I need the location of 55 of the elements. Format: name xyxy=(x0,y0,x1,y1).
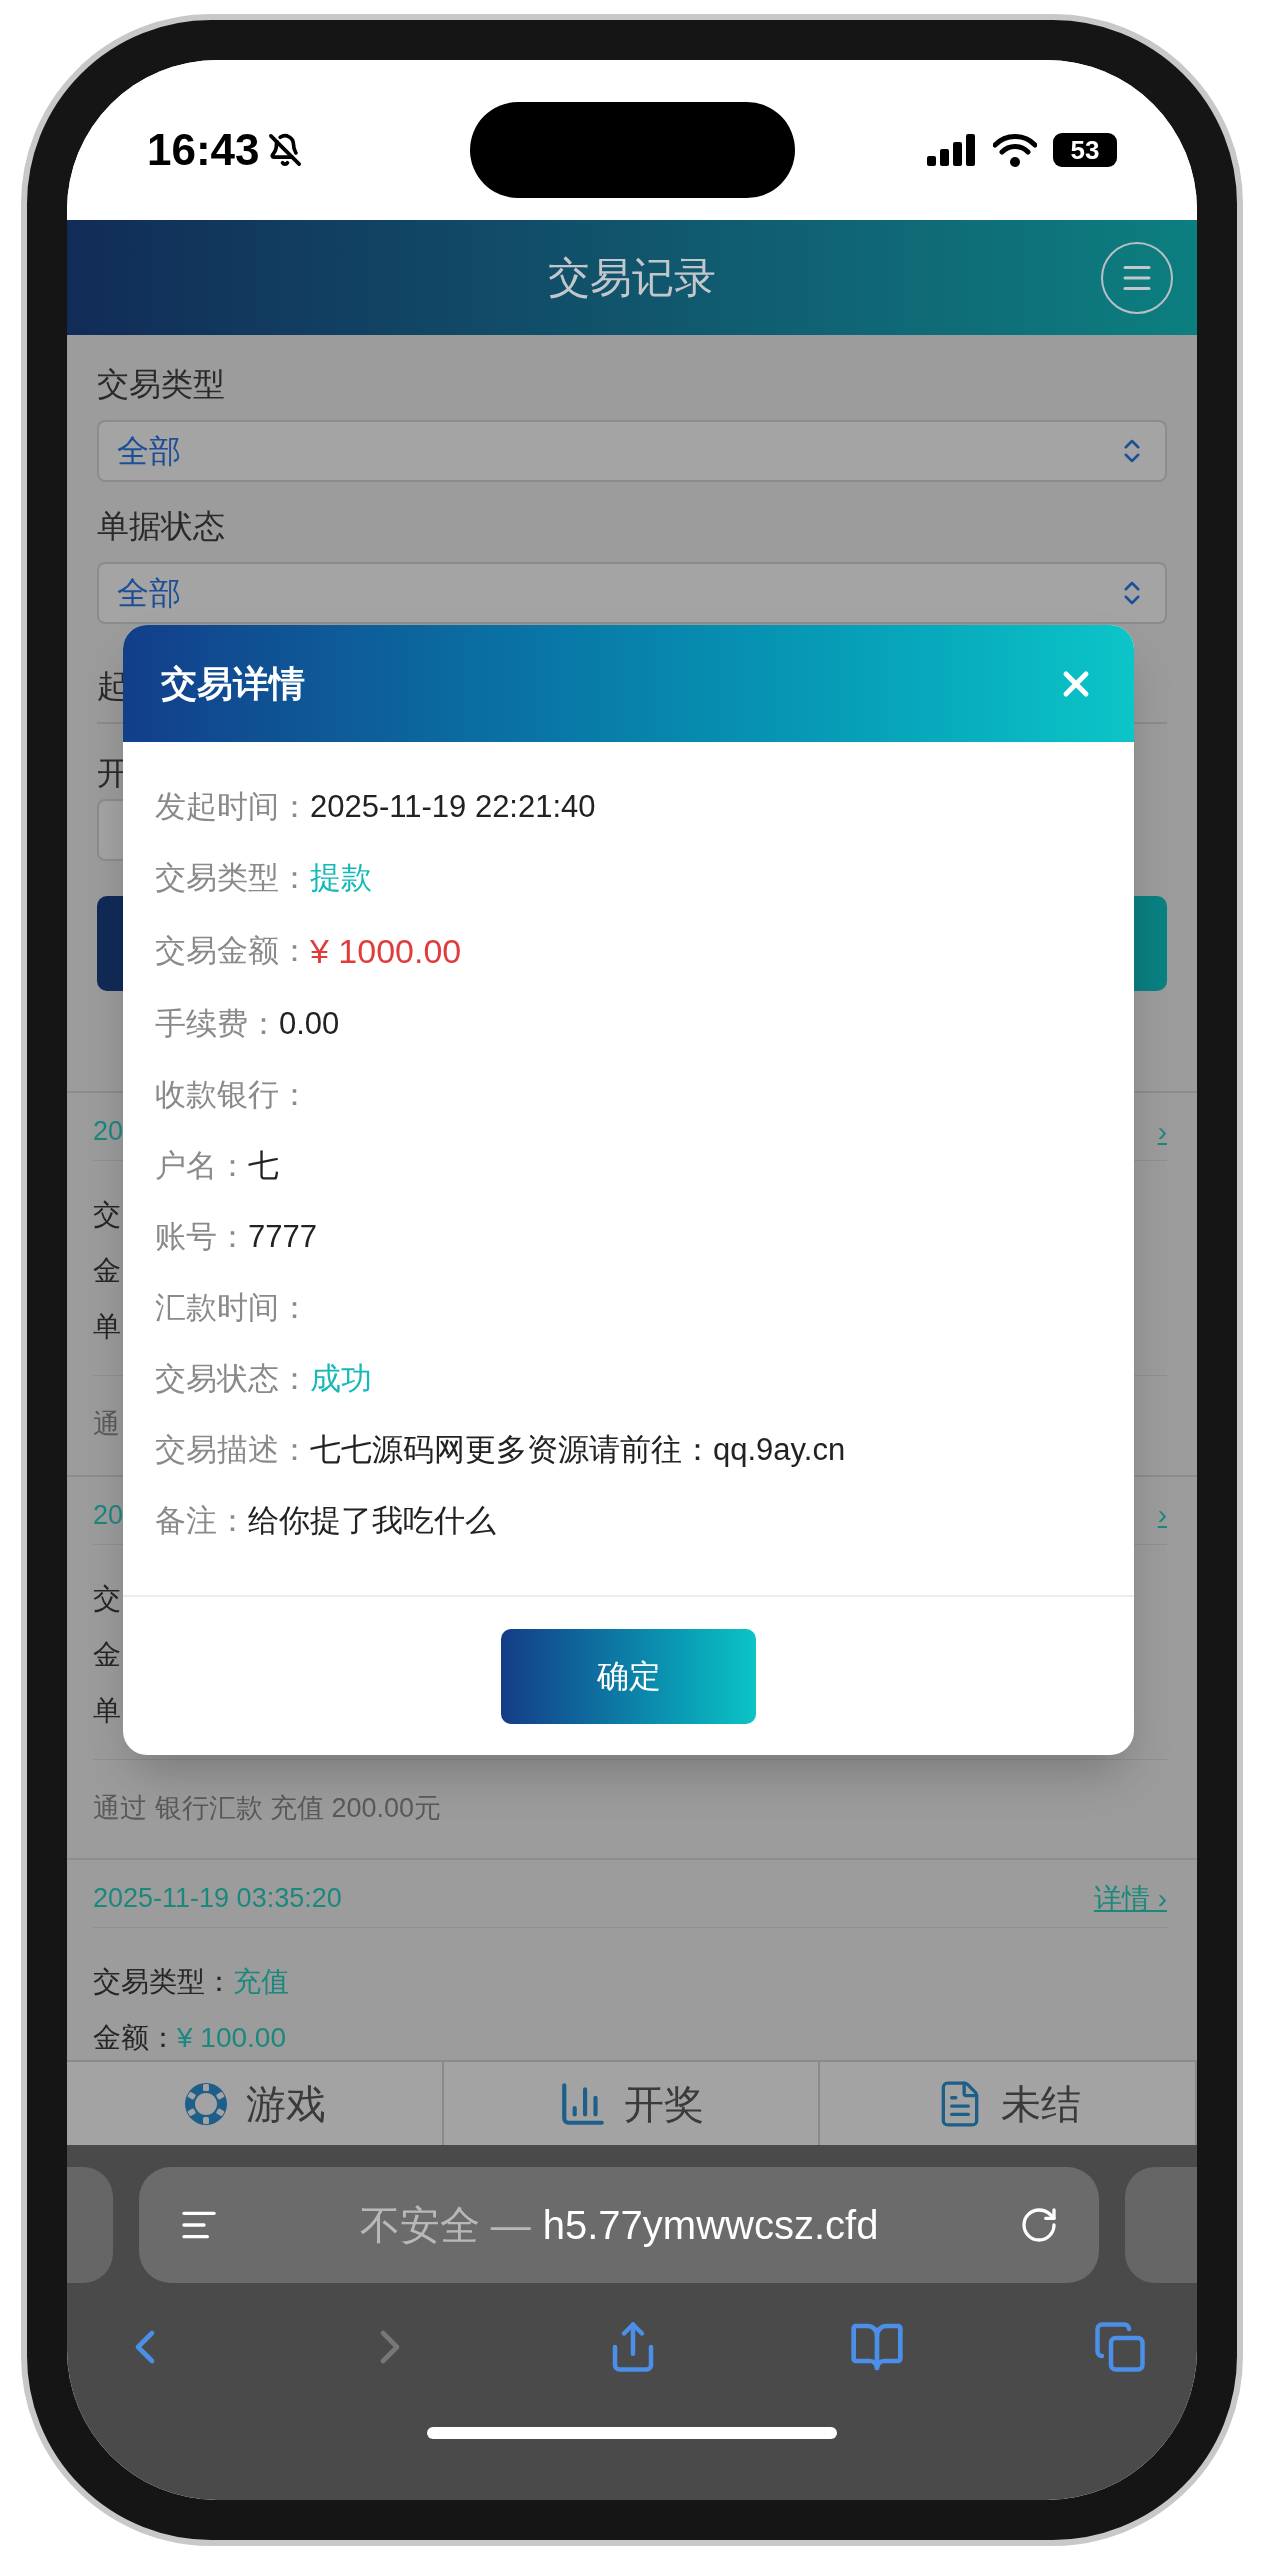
record-label: 金额： xyxy=(93,2021,177,2055)
detail-label: 交易类型： xyxy=(155,859,310,898)
detail-label: 交易状态： xyxy=(155,1360,310,1399)
address-bar[interactable]: 不安全 — h5.77ymwwcsz.cfd xyxy=(139,2167,1099,2283)
record-date: 20 xyxy=(93,1498,124,1532)
filter-label: 交易类型 xyxy=(97,365,226,404)
detail-label: 交易描述： xyxy=(155,1431,310,1470)
record-label: 交 xyxy=(93,1198,121,1232)
detail-label: 户名： xyxy=(155,1147,248,1186)
detail-value: 2025-11-19 22:21:40 xyxy=(310,788,596,827)
page-title: 交易记录 xyxy=(548,253,716,303)
filter-select[interactable]: 全部 xyxy=(97,562,1167,624)
detail-value: 七七源码网更多资源请前往：qq.9ay.cn xyxy=(310,1431,846,1470)
record-label: 金 xyxy=(93,1254,121,1288)
record-date: 2025-11-19 03:35:20 xyxy=(93,1882,342,1916)
signal-icon xyxy=(927,134,977,166)
confirm-button[interactable]: 确定 xyxy=(501,1628,756,1724)
status-time: 16:43 xyxy=(147,124,260,176)
record-label: 交 xyxy=(93,1581,121,1616)
menu-button[interactable] xyxy=(1101,241,1173,314)
dialog-title: 交易详情 xyxy=(161,661,305,706)
filter-label: 单据状态 xyxy=(97,507,226,546)
detail-value: 七 xyxy=(248,1147,279,1186)
detail-value: 0.00 xyxy=(279,1005,340,1044)
filter-select[interactable]: 全部 xyxy=(97,420,1167,482)
bell-muted-icon xyxy=(267,133,302,167)
record-value: ¥ 100.00 xyxy=(177,2021,286,2055)
security-label: 不安全 — xyxy=(359,2202,531,2249)
detail-label: 收款银行： xyxy=(155,1076,310,1115)
record-label: 交易类型： xyxy=(93,1965,233,1999)
detail-label: 发起时间： xyxy=(155,788,310,827)
detail-label: 账号： xyxy=(155,1218,248,1257)
record-date: 20 xyxy=(93,1115,124,1149)
detail-value: 成功 xyxy=(310,1360,372,1399)
record-label: 金 xyxy=(93,1637,121,1672)
detail-label: 备注： xyxy=(155,1502,248,1541)
record-value: 充值 xyxy=(233,1965,289,1999)
record-note: 通 xyxy=(93,1409,120,1439)
detail-value: 7777 xyxy=(248,1218,317,1257)
wifi-icon xyxy=(993,133,1037,167)
reload-icon[interactable] xyxy=(1019,2205,1059,2245)
detail-value: 提款 xyxy=(310,859,372,898)
url-text: h5.77ymwwcsz.cfd xyxy=(542,2202,879,2249)
detail-label: 手续费： xyxy=(155,1005,279,1044)
detail-value: ¥ 1000.00 xyxy=(310,931,462,972)
detail-label: 交易金额： xyxy=(155,932,310,971)
record-label: 单 xyxy=(93,1310,121,1344)
detail-value: 给你提了我吃什么 xyxy=(248,1502,496,1541)
adjacent-tab-pill[interactable] xyxy=(67,2167,113,2283)
record-note: 通过 银行汇款 充值 200.00元 xyxy=(93,1792,442,1823)
battery-indicator: 53 xyxy=(1053,133,1117,167)
record-label: 单 xyxy=(93,1693,121,1728)
adjacent-tab-pill[interactable] xyxy=(1125,2167,1197,2283)
detail-label: 汇款时间： xyxy=(155,1289,310,1328)
tabs-icon[interactable] xyxy=(1093,2320,1147,2374)
